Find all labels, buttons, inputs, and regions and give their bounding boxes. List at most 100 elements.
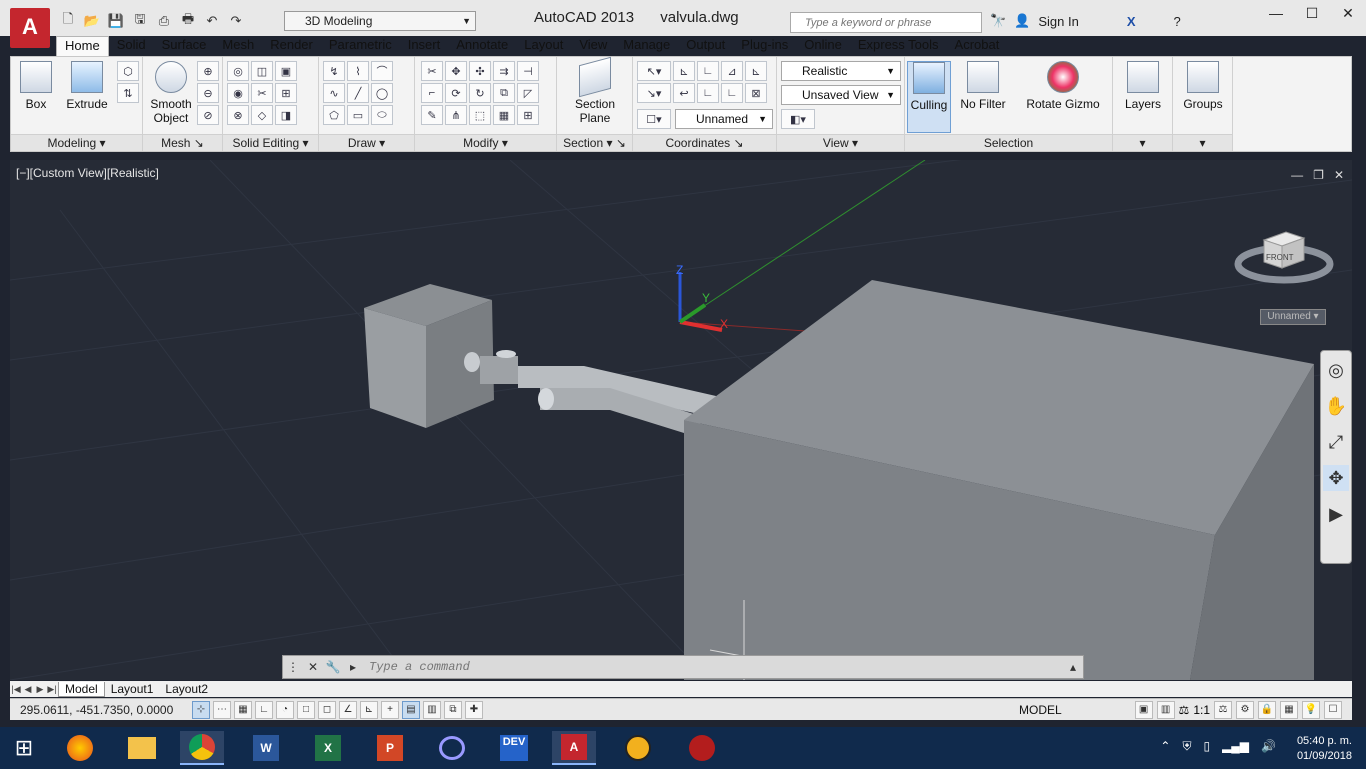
viewport-restore-icon[interactable]: ❐ <box>1313 168 1324 182</box>
move-icon[interactable]: ✣ <box>469 61 491 81</box>
tab-surface[interactable]: Surface <box>154 36 215 56</box>
valve-stem[interactable] <box>464 352 480 372</box>
quick-view-drawings-icon[interactable]: ▥ <box>1156 701 1175 719</box>
quick-view-layouts-icon[interactable]: ▣ <box>1134 701 1153 719</box>
close-command-icon[interactable]: ✕ <box>303 660 323 674</box>
save-icon[interactable]: 💾 <box>106 11 126 31</box>
viewport-config-icon[interactable]: ◧▾ <box>781 109 815 129</box>
panel-title-mesh[interactable]: Mesh ↘ <box>143 134 222 151</box>
spline-icon[interactable]: ∿ <box>323 83 345 103</box>
isolate-objects-icon[interactable]: 💡 <box>1302 701 1320 719</box>
start-icon[interactable]: ⊞ <box>2 731 46 765</box>
rotate-gizmo-button[interactable]: Rotate Gizmo <box>1021 61 1105 111</box>
no-filter-button[interactable]: No Filter <box>957 61 1009 111</box>
groups-expand[interactable]: ▾ <box>1173 134 1232 151</box>
annotation-scale-icon[interactable]: ⚖ <box>1179 703 1190 717</box>
polyline-icon[interactable]: ↯ <box>323 61 345 81</box>
save-as-icon[interactable]: 🖫 <box>130 11 150 31</box>
box-button[interactable]: Box <box>15 61 57 111</box>
excel-icon[interactable]: X <box>306 731 350 765</box>
last-tab-icon[interactable]: ▶| <box>46 684 58 695</box>
polar-icon[interactable]: ◔ <box>276 701 294 719</box>
undo-icon[interactable]: ↶ <box>202 11 222 31</box>
drawing-viewport[interactable]: Z X Y [−][Custom View][Realistic] — ❐ ✕ <box>10 160 1352 680</box>
panel-title-draw[interactable]: Draw ▾ <box>319 134 414 151</box>
signal-icon[interactable]: ▂▄▆ <box>1222 739 1249 754</box>
model-space-toggle[interactable]: MODEL <box>1019 703 1062 717</box>
annotation-visibility-icon[interactable]: ⚖ <box>1214 701 1232 719</box>
tab-express-tools[interactable]: Express Tools <box>850 36 947 56</box>
helix-icon[interactable]: ⌇ <box>347 61 369 81</box>
rect-array-icon[interactable]: ⊞ <box>517 105 539 125</box>
zoom-extents-icon[interactable]: ⤢ <box>1323 429 1349 455</box>
app-icon-2[interactable] <box>680 731 724 765</box>
quick-properties-icon[interactable]: ⧉ <box>444 701 462 719</box>
intersect-icon[interactable]: ⊗ <box>227 105 249 125</box>
viewport-label[interactable]: [−][Custom View][Realistic] <box>16 166 159 180</box>
open-file-icon[interactable]: 📂 <box>82 11 102 31</box>
groups-button[interactable]: Groups <box>1181 61 1225 111</box>
plot-icon[interactable]: ⎙ <box>154 11 174 31</box>
3d-move-icon[interactable]: ✥ <box>445 61 467 81</box>
next-tab-icon[interactable]: ▶ <box>34 684 46 695</box>
dev-icon[interactable]: DEV <box>492 731 536 765</box>
rotate-icon[interactable]: ↻ <box>469 83 491 103</box>
infer-constraints-icon[interactable]: ⊹ <box>192 701 210 719</box>
ucs-icon-props[interactable]: ☐▾ <box>637 109 671 129</box>
slice-icon[interactable]: ✂ <box>251 83 273 103</box>
tab-annotate[interactable]: Annotate <box>448 36 516 56</box>
shell-icon[interactable]: ▣ <box>275 61 297 81</box>
clock[interactable]: 05:40 p. m. 01/09/2018 <box>1297 734 1352 764</box>
layers-button[interactable]: Layers <box>1121 61 1165 111</box>
ucs-view-icon[interactable]: ⊠ <box>745 83 767 103</box>
grid-icon[interactable]: ▦ <box>234 701 252 719</box>
lock-icon[interactable]: 🔒 <box>1258 701 1276 719</box>
panel-title-coordinates[interactable]: Coordinates ↘ <box>633 134 776 151</box>
ellipse-icon[interactable]: ⬭ <box>371 105 393 125</box>
copy-icon[interactable]: ⧉ <box>493 83 515 103</box>
array-icon[interactable]: ▦ <box>493 105 515 125</box>
ucs-y-icon[interactable]: ∟ <box>697 83 719 103</box>
align-icon[interactable]: ⇉ <box>493 61 515 81</box>
help-icon[interactable]: ? <box>1174 14 1181 29</box>
file-explorer-icon[interactable] <box>120 731 164 765</box>
ucs-menu-button[interactable]: Unnamed ▾ <box>1260 309 1326 325</box>
workspace-switching-icon[interactable]: ⚙ <box>1236 701 1254 719</box>
app-icon-1[interactable] <box>616 731 660 765</box>
thicken-icon[interactable]: ◇ <box>251 105 273 125</box>
taper-icon[interactable]: ◨ <box>275 105 297 125</box>
lineweight-icon[interactable]: ▤ <box>402 701 420 719</box>
word-icon[interactable]: W <box>244 731 288 765</box>
panel-title-modify[interactable]: Modify ▾ <box>415 134 556 151</box>
antivirus-icon[interactable]: ⛨ <box>1182 739 1191 754</box>
tab-plug-ins[interactable]: Plug-ins <box>733 36 796 56</box>
tab-view[interactable]: View <box>571 36 615 56</box>
fillet-icon[interactable]: ⌐ <box>421 83 443 103</box>
rectangle-icon[interactable]: ▭ <box>347 105 369 125</box>
command-prompt-icon[interactable]: ▸ <box>343 660 363 674</box>
showmotion-icon[interactable]: ▶ <box>1323 501 1349 527</box>
trim-icon[interactable]: ✂ <box>421 61 443 81</box>
tab-render[interactable]: Render <box>262 36 321 56</box>
annotation-scale-value[interactable]: 1:1 <box>1193 703 1210 717</box>
command-input[interactable] <box>363 657 1063 677</box>
binoculars-icon[interactable]: 🔭 <box>990 13 1006 29</box>
smooth-less-icon[interactable]: ⊖ <box>197 83 219 103</box>
3d-rotate-icon[interactable]: ⟳ <box>445 83 467 103</box>
smooth-more-icon[interactable]: ⊕ <box>197 61 219 81</box>
new-file-icon[interactable]: 🗋 <box>58 11 78 31</box>
ucs-z-icon[interactable]: ∟ <box>721 83 743 103</box>
sign-in-button[interactable]: Sign In <box>1038 14 1078 29</box>
tab-manage[interactable]: Manage <box>615 36 678 56</box>
chamfer-icon[interactable]: ◸ <box>517 83 539 103</box>
tab-home[interactable]: Home <box>56 36 109 56</box>
tab-model[interactable]: Model <box>58 681 105 697</box>
saved-view-dropdown[interactable]: Unsaved View ▼ <box>781 85 901 105</box>
arc-icon[interactable]: ⌒ <box>371 61 393 81</box>
maximize-icon[interactable]: ☐ <box>1294 0 1330 26</box>
viewport-close-icon[interactable]: ✕ <box>1334 168 1344 182</box>
command-history-icon[interactable]: ▴ <box>1063 660 1083 674</box>
chrome-icon[interactable] <box>180 731 224 765</box>
volume-icon[interactable]: 🔊 <box>1261 739 1276 754</box>
battery-icon[interactable]: ▯ <box>1203 739 1210 754</box>
